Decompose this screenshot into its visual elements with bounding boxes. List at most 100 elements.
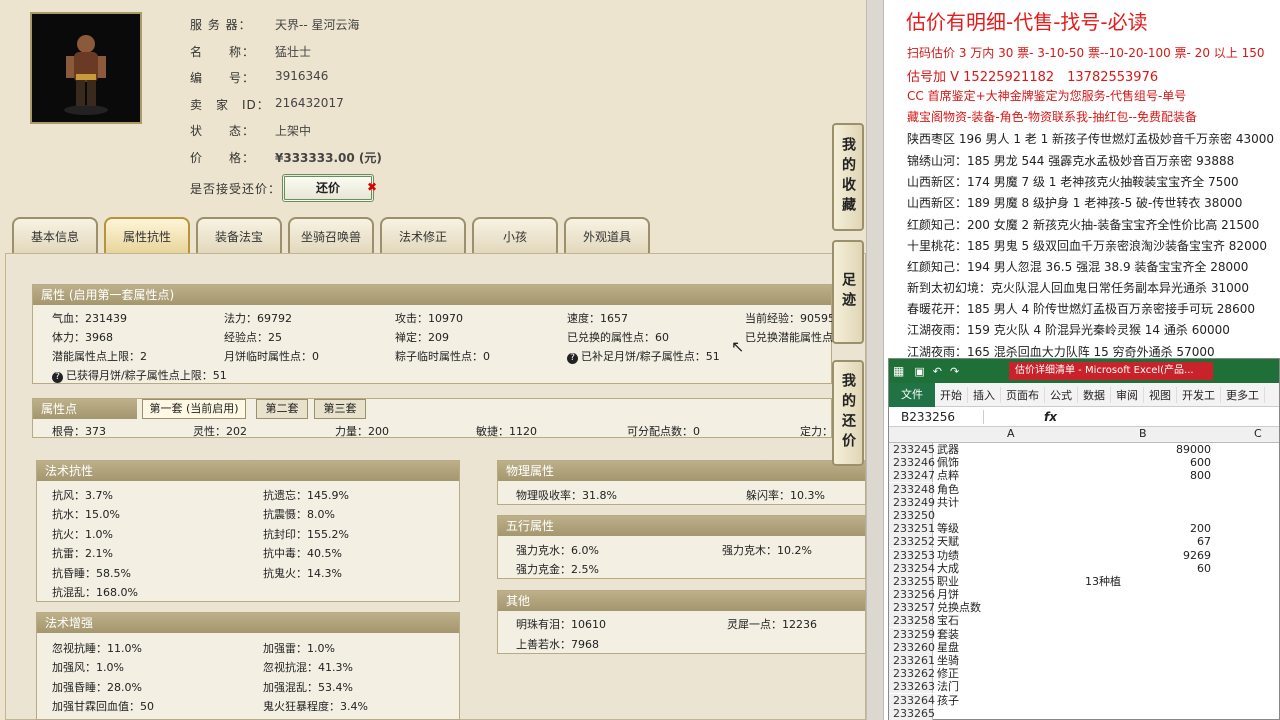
tab-child[interactable]: 小孩 [472,217,558,253]
subtab-set-1[interactable]: 第一套 (当前启用) [142,399,246,419]
resist-panel-title: 法术抗性 [37,461,459,481]
table-row[interactable]: 233265 [889,706,1279,720]
undo-icon[interactable]: ↶ [933,365,942,378]
cell-a[interactable]: 武器 [937,443,959,456]
cell-b[interactable]: 60 [1079,562,1219,575]
resist-cell: 抗鬼火：14.3% [263,567,342,580]
cell-a[interactable]: 坐骑 [937,654,959,667]
column-header[interactable]: B [1139,427,1147,440]
side-tab-my-counter[interactable]: 我的还价 [832,360,864,466]
ribbon-tab[interactable]: 页面布 [1001,386,1045,403]
column-header[interactable]: C [1254,427,1262,440]
cell-b[interactable]: 13种植 [1085,575,1121,588]
table-row[interactable]: 233263 法门 [889,680,1279,694]
table-row[interactable]: 233248 角色 [889,482,1279,496]
cell-a[interactable]: 佩饰 [937,456,959,469]
cell-a[interactable]: 兑换点数 [937,601,981,614]
table-row[interactable]: 233258 宝石 [889,614,1279,628]
table-row[interactable]: 233249 共计 [889,495,1279,509]
table-row[interactable]: 233261 坐骑 [889,654,1279,667]
ribbon-tab[interactable]: 公式 [1045,386,1078,403]
points-cell: 根骨：373 [52,425,106,438]
points-panel-title: 属性点 [33,399,137,419]
cell-a[interactable]: 法门 [937,680,959,693]
subtab-set-2[interactable]: 第二套 [256,399,308,419]
side-tab-favorites[interactable]: 我的收藏 [832,123,864,231]
table-row[interactable]: 233262 修正 [889,667,1279,681]
cell-b[interactable]: 9269 [1079,549,1219,562]
table-row[interactable]: 233251 等级 200 [889,522,1279,536]
name-box[interactable]: B233256 [889,409,984,424]
cell-b[interactable]: 89000 [1079,443,1219,456]
other-panel-title: 其他 [498,591,865,611]
table-row[interactable]: 233247 点粹 800 [889,469,1279,483]
cell-a[interactable]: 点粹 [937,469,959,482]
five-elements-cell: 强力克金：2.5% [516,563,599,576]
info-server: 服 务 器： 天界-- 星河云海 [190,18,360,32]
cell-a[interactable]: 天赋 [937,535,959,548]
cell-a[interactable]: 套装 [937,628,959,641]
physical-cell: 躲闪率：10.3% [746,489,825,502]
ad-line: 山西新区：189 男魔 8 级护身 1 老神孩-5 破-传世转衣 38000 [907,196,1243,210]
ribbon-tab[interactable]: 视图 [1144,386,1177,403]
cell-a[interactable]: 等级 [937,522,959,535]
help-icon[interactable]: ? [567,353,578,364]
save-icon[interactable]: ▣ [914,365,924,378]
counter-offer-button[interactable]: 还价 [282,174,374,202]
side-tab-footprint[interactable]: 足迹 [832,240,864,344]
tab-spell-mods[interactable]: 法术修正 [380,217,466,253]
excel-app-icon[interactable]: ▦ [893,364,904,378]
table-row[interactable]: 233250 [889,508,1279,522]
cell-a[interactable]: 月饼 [937,588,959,601]
ribbon-tab[interactable]: 数据 [1078,386,1111,403]
help-icon[interactable]: ? [52,372,63,383]
ribbon-tab[interactable]: 开发工 [1177,386,1221,403]
tab-basic-info[interactable]: 基本信息 [12,217,98,253]
fx-icon[interactable]: fx [1044,410,1057,424]
cell-a[interactable]: 修正 [937,667,959,680]
window-divider[interactable] [866,0,884,720]
cell-a[interactable]: 大成 [937,562,959,575]
ribbon-tab[interactable]: 开始 [935,386,968,403]
ribbon-tab[interactable]: 更多工 [1221,386,1265,403]
row-number: 233249 [889,495,935,509]
resist-cell: 抗混乱：168.0% [52,586,138,599]
tab-appearance[interactable]: 外观道具 [564,217,650,253]
points-cell: 力量：200 [335,425,389,438]
cell-b[interactable]: 67 [1079,535,1219,548]
table-row[interactable]: 233254 大成 60 [889,561,1279,575]
file-tab[interactable]: 文件 [889,382,935,407]
cell-a[interactable]: 孩子 [937,694,959,707]
subtab-set-3[interactable]: 第三套 [314,399,366,419]
cell-a[interactable]: 星盘 [937,641,959,654]
cell-a[interactable]: 职业 [937,575,959,588]
cell-a[interactable]: 角色 [937,483,959,496]
table-row[interactable]: 233245 武器 89000 [889,443,1279,456]
cell-b[interactable]: 800 [1079,469,1219,482]
cell-a[interactable]: 宝石 [937,614,959,627]
column-header[interactable]: A [1007,427,1015,440]
table-row[interactable]: 233253 功绩 9269 [889,548,1279,562]
enhance-cell: 加强风：1.0% [52,661,124,674]
table-row[interactable]: 233246 佩饰 600 [889,456,1279,470]
ribbon-tab[interactable]: 审阅 [1111,386,1144,403]
table-row[interactable]: 233257 兑换点数 [889,601,1279,615]
cell-a[interactable]: 共计 [937,496,959,509]
redo-icon[interactable]: ↷ [950,365,959,378]
table-row[interactable]: 233259 套装 [889,627,1279,641]
sheet-grid[interactable]: 233245 武器 89000 233246 佩饰 600 233247 点粹 800 23… [889,443,1279,720]
table-row[interactable]: 233255 职业 13种植 [889,574,1279,588]
ribbon-tab[interactable]: 插入 [968,386,1001,403]
table-row[interactable]: 233256 月饼 [889,588,1279,602]
cell-a[interactable]: 功绩 [937,549,959,562]
cell-b[interactable]: 600 [1079,456,1219,469]
tab-equipment[interactable]: 装备法宝 [196,217,282,253]
close-icon[interactable]: ✖ [367,180,377,194]
row-number: 233252 [889,535,935,549]
table-row[interactable]: 233252 天赋 67 [889,535,1279,549]
table-row[interactable]: 233264 孩子 [889,693,1279,707]
tab-attributes[interactable]: 属性抗性 [104,217,190,253]
tab-mounts[interactable]: 坐骑召唤兽 [288,217,374,253]
cell-b[interactable]: 200 [1079,522,1219,535]
table-row[interactable]: 233260 星盘 [889,640,1279,654]
